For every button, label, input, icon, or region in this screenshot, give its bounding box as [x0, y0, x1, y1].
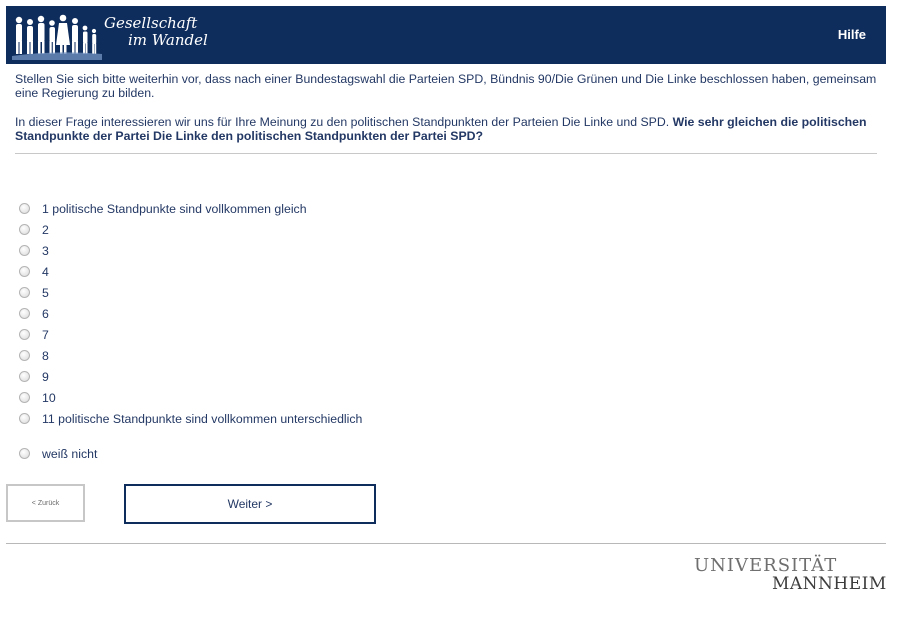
answer-option-label: weiß nicht	[42, 446, 98, 461]
answer-option-label: 1 politische Standpunkte sind vollkommen…	[42, 201, 307, 216]
radio-button[interactable]	[19, 329, 30, 340]
answer-option-4[interactable]: 4	[19, 261, 362, 282]
people-silhouettes-logo-icon	[12, 14, 102, 60]
answer-option-label: 8	[42, 348, 49, 363]
radio-button[interactable]	[19, 245, 30, 256]
radio-button[interactable]	[19, 203, 30, 214]
answer-option-label: 9	[42, 369, 49, 384]
answer-option-8[interactable]: 8	[19, 345, 362, 366]
answer-option-9[interactable]: 9	[19, 366, 362, 387]
answer-option-7[interactable]: 7	[19, 324, 362, 345]
answer-option-label: 5	[42, 285, 49, 300]
radio-button[interactable]	[19, 224, 30, 235]
radio-button[interactable]	[19, 350, 30, 361]
answer-option-2[interactable]: 2	[19, 219, 362, 240]
footer-divider	[6, 543, 886, 544]
answer-option-label: 10	[42, 390, 56, 405]
answer-option-label: 4	[42, 264, 49, 279]
site-logo-text: Gesellschaft im Wandel	[104, 15, 208, 49]
question-divider	[15, 153, 877, 154]
radio-button[interactable]	[19, 371, 30, 382]
answer-option-label: 2	[42, 222, 49, 237]
answer-option-1[interactable]: 1 politische Standpunkte sind vollkommen…	[19, 198, 362, 219]
radio-button[interactable]	[19, 308, 30, 319]
header-banner: Gesellschaft im Wandel Hilfe	[6, 6, 886, 64]
answer-option-dont-know[interactable]: weiß nicht	[19, 443, 362, 464]
radio-button[interactable]	[19, 266, 30, 277]
answer-option-5[interactable]: 5	[19, 282, 362, 303]
radio-button[interactable]	[19, 392, 30, 403]
question-text-block: Stellen Sie sich bitte weiterhin vor, da…	[15, 72, 877, 143]
answer-option-11[interactable]: 11 politische Standpunkte sind vollkomme…	[19, 408, 362, 429]
radio-button[interactable]	[19, 287, 30, 298]
answer-option-label: 3	[42, 243, 49, 258]
question-intro: Stellen Sie sich bitte weiterhin vor, da…	[15, 72, 877, 100]
university-logo-line-2: MANNHEIM	[772, 574, 887, 594]
answer-option-label: 6	[42, 306, 49, 321]
answer-option-6[interactable]: 6	[19, 303, 362, 324]
question-body: In dieser Frage interessieren wir uns fü…	[15, 115, 877, 143]
university-logo: UNIVERSITÄT MANNHEIM	[694, 555, 887, 594]
help-link[interactable]: Hilfe	[838, 27, 866, 42]
radio-button[interactable]	[19, 413, 30, 424]
next-button[interactable]: Weiter >	[124, 484, 376, 524]
question-context: In dieser Frage interessieren wir uns fü…	[15, 115, 670, 129]
university-logo-line-1: UNIVERSITÄT	[694, 555, 838, 576]
answer-option-10[interactable]: 10	[19, 387, 362, 408]
answer-option-3[interactable]: 3	[19, 240, 362, 261]
answer-options-list: 1 politische Standpunkte sind vollkommen…	[19, 198, 362, 464]
radio-button[interactable]	[19, 448, 30, 459]
back-button[interactable]: < Zurück	[6, 484, 85, 522]
logo-line-2: im Wandel	[128, 31, 208, 49]
logo-line-1: Gesellschaft	[104, 14, 198, 32]
answer-option-label: 11 politische Standpunkte sind vollkomme…	[42, 411, 363, 426]
answer-option-label: 7	[42, 327, 49, 342]
